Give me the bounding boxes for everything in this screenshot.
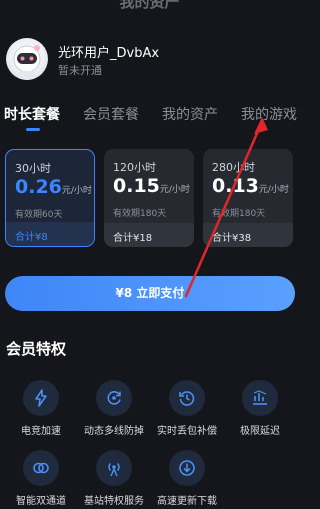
plan-price-unit: 元/小时 — [61, 186, 92, 196]
perk-label: 实时丢包补偿 — [157, 426, 217, 437]
plan-duration: 30小时 — [15, 162, 51, 175]
active-tab-indicator — [26, 128, 40, 131]
user-profile[interactable]: 光环用户_DvbAx 暂未开通 — [6, 38, 296, 80]
plan-price-unit: 元/小时 — [258, 185, 289, 195]
perk-label: 动态多线防掉 — [84, 426, 144, 437]
plan-validity: 有效期60天 — [15, 210, 63, 220]
perk-item[interactable]: 高速更新下载 — [151, 450, 223, 507]
plan-price-value: 0.15 — [113, 175, 160, 197]
latency-chart-icon — [242, 380, 278, 416]
user-name: 光环用户_DvbAx — [58, 46, 160, 61]
plan-price: 0.15元/小时 — [113, 175, 190, 197]
tab-member-package[interactable]: 会员套餐 — [83, 104, 139, 124]
plan-price-value: 0.13 — [212, 175, 259, 197]
tab-my-games[interactable]: 我的游戏 — [241, 104, 297, 124]
perk-label: 智能双通道 — [16, 496, 66, 507]
membership-status: 暂未开通 — [58, 64, 102, 77]
perk-item[interactable]: 基站特权服务 — [78, 450, 150, 507]
perk-item[interactable]: 极限延迟 — [224, 380, 296, 437]
perk-label: 电竞加速 — [21, 426, 61, 437]
page-title: 我的资产 — [119, 0, 180, 11]
refresh-icon — [96, 380, 132, 416]
perk-label: 高速更新下载 — [157, 496, 217, 507]
tab-time-package[interactable]: 时长套餐 — [4, 104, 60, 124]
plan-duration: 280小时 — [212, 161, 255, 174]
plan-price-unit: 元/小时 — [159, 185, 190, 195]
dual-channel-icon — [23, 450, 59, 486]
perk-label: 基站特权服务 — [84, 496, 144, 507]
perk-item[interactable]: 动态多线防掉 — [78, 380, 150, 437]
pay-now-button[interactable]: ¥8 立即支付 — [5, 276, 295, 311]
tab-my-assets[interactable]: 我的资产 — [162, 104, 218, 124]
perk-item[interactable]: 电竞加速 — [5, 380, 77, 437]
plan-total: 合计¥8 — [6, 222, 94, 246]
plan-price-value: 0.26 — [15, 176, 62, 198]
signal-tower-icon — [96, 450, 132, 486]
perks-section-title: 会员特权 — [6, 340, 67, 358]
perk-label: 极限延迟 — [240, 426, 280, 437]
lightning-icon — [23, 380, 59, 416]
clock-rewind-icon — [169, 380, 205, 416]
plan-card-280h[interactable]: 280小时 0.13元/小时 有效期180天 合计¥38 — [203, 149, 293, 247]
category-tabs: 时长套餐 会员套餐 我的资产 我的游戏 — [0, 104, 299, 132]
perk-item[interactable]: 实时丢包补偿 — [151, 380, 223, 437]
plan-validity: 有效期180天 — [212, 209, 266, 219]
top-bar: 我的资产 — [0, 0, 299, 14]
plan-total: 合计¥18 — [104, 223, 194, 247]
plan-validity: 有效期180天 — [113, 209, 167, 219]
plan-price: 0.13元/小时 — [212, 175, 289, 197]
plan-total: 合计¥38 — [203, 223, 293, 247]
plan-duration: 120小时 — [113, 161, 156, 174]
plan-price: 0.26元/小时 — [15, 176, 92, 198]
avatar[interactable] — [6, 38, 48, 80]
perk-item[interactable]: 智能双通道 — [5, 450, 77, 507]
plan-card-30h[interactable]: 30小时 0.26元/小时 有效期60天 合计¥8 — [5, 149, 95, 247]
plan-card-120h[interactable]: 120小时 0.15元/小时 有效期180天 合计¥18 — [104, 149, 194, 247]
download-icon — [169, 450, 205, 486]
